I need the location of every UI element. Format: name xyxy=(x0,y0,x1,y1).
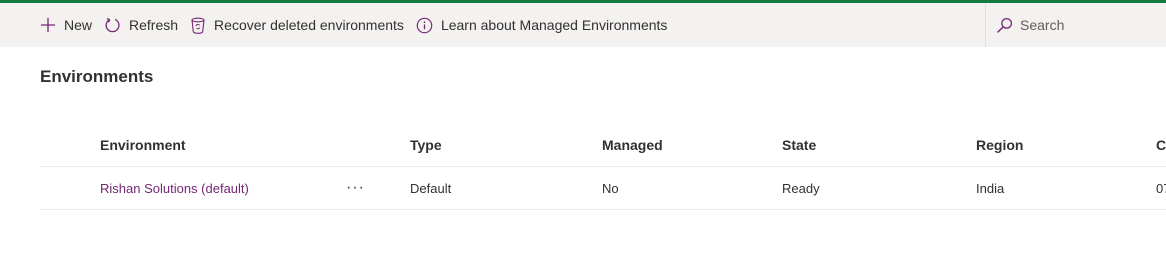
learn-managed-environments-button[interactable]: Learn about Managed Environments xyxy=(410,3,673,47)
environment-managed: No xyxy=(602,180,619,196)
page-title: Environments xyxy=(40,67,154,86)
command-bar: New Refresh Recover deleted environments… xyxy=(0,3,1166,47)
column-header-type[interactable]: Type xyxy=(410,124,442,166)
info-icon xyxy=(416,17,433,33)
new-button[interactable]: New xyxy=(34,3,98,47)
refresh-icon xyxy=(105,17,120,32)
table-header: Environment Type Managed State Region C xyxy=(40,124,1166,167)
column-header-state[interactable]: State xyxy=(782,124,816,166)
environment-region: India xyxy=(976,180,1005,196)
new-label: New xyxy=(64,17,93,33)
learn-label: Learn about Managed Environments xyxy=(440,17,668,33)
search-input[interactable]: Search xyxy=(1020,17,1064,33)
search-box[interactable]: Search xyxy=(985,3,1166,47)
environment-state: Ready xyxy=(782,180,820,196)
refresh-button[interactable]: Refresh xyxy=(98,3,184,47)
column-header-managed[interactable]: Managed xyxy=(602,124,663,166)
more-options-icon[interactable]: ··· xyxy=(346,167,365,209)
recycle-bin-icon xyxy=(191,17,205,34)
recover-label: Recover deleted environments xyxy=(214,17,404,33)
environment-created: 07 xyxy=(1156,180,1166,196)
plus-icon xyxy=(41,18,55,32)
table-row[interactable]: Rishan Solutions (default) ··· Default N… xyxy=(40,167,1166,210)
environments-table: Environment Type Managed State Region C … xyxy=(40,124,1166,210)
environment-type: Default xyxy=(410,180,452,196)
refresh-label: Refresh xyxy=(129,17,179,33)
recover-deleted-environments-button[interactable]: Recover deleted environments xyxy=(184,3,410,47)
column-header-environment[interactable]: Environment xyxy=(100,124,186,166)
column-header-region[interactable]: Region xyxy=(976,124,1023,166)
environment-name-link[interactable]: Rishan Solutions (default) xyxy=(100,167,249,209)
column-header-created[interactable]: C xyxy=(1156,124,1166,166)
search-icon xyxy=(997,17,1013,33)
